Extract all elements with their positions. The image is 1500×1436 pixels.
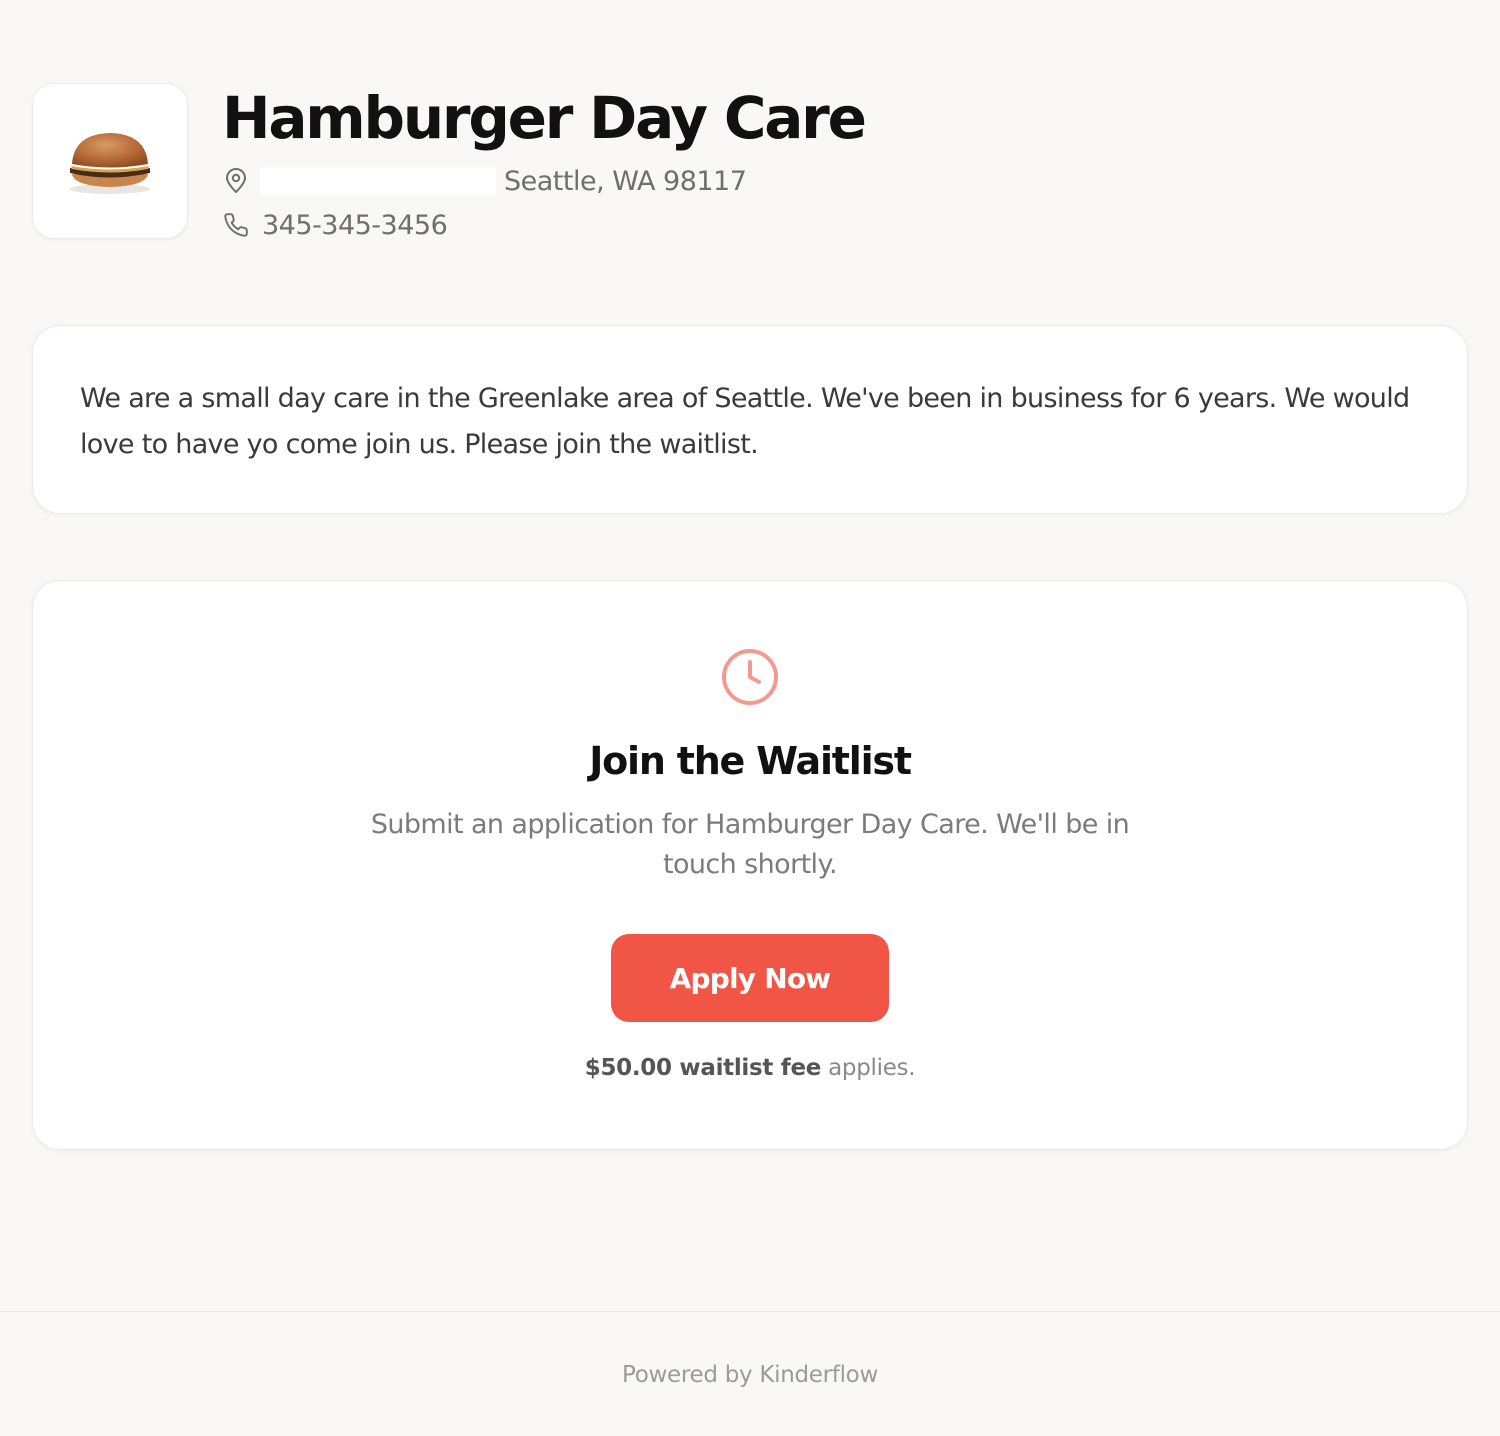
about-card: We are a small day care in the Greenlake…: [32, 325, 1468, 514]
waitlist-title: Join the Waitlist: [589, 739, 912, 783]
hamburger-logo-image: [70, 133, 150, 194]
about-text: We are a small day care in the Greenlake…: [80, 383, 1410, 460]
apply-now-button[interactable]: Apply Now: [611, 934, 889, 1022]
footer-powered-by[interactable]: Powered by Kinderflow: [0, 1362, 1500, 1388]
waitlist-subtitle: Submit an application for Hamburger Day …: [370, 809, 1130, 880]
business-name: Hamburger Day Care: [222, 84, 867, 152]
redacted-street-address: [260, 167, 496, 195]
address-city: Seattle, WA 98117: [504, 165, 747, 197]
phone-icon: [222, 211, 250, 239]
clock-icon: [722, 649, 778, 705]
phone-number[interactable]: 345-345-3456: [262, 210, 448, 241]
waitlist-fee-amount: $50.00 waitlist fee: [584, 1055, 822, 1081]
waitlist-card: Join the Waitlist Submit an application …: [32, 580, 1468, 1150]
waitlist-fee-suffix: applies.: [821, 1055, 916, 1081]
footer-divider: [0, 1311, 1500, 1312]
business-info: Hamburger Day Care Seattle, WA 98117 345…: [222, 83, 867, 247]
phone-row: 345-345-3456: [222, 203, 865, 247]
address-row: Seattle, WA 98117: [222, 159, 865, 203]
map-pin-icon: [222, 167, 250, 195]
waitlist-fee-note: $50.00 waitlist fee applies.: [33, 1055, 1467, 1081]
business-logo: [32, 83, 188, 239]
business-header: Hamburger Day Care Seattle, WA 98117 345…: [32, 83, 867, 247]
